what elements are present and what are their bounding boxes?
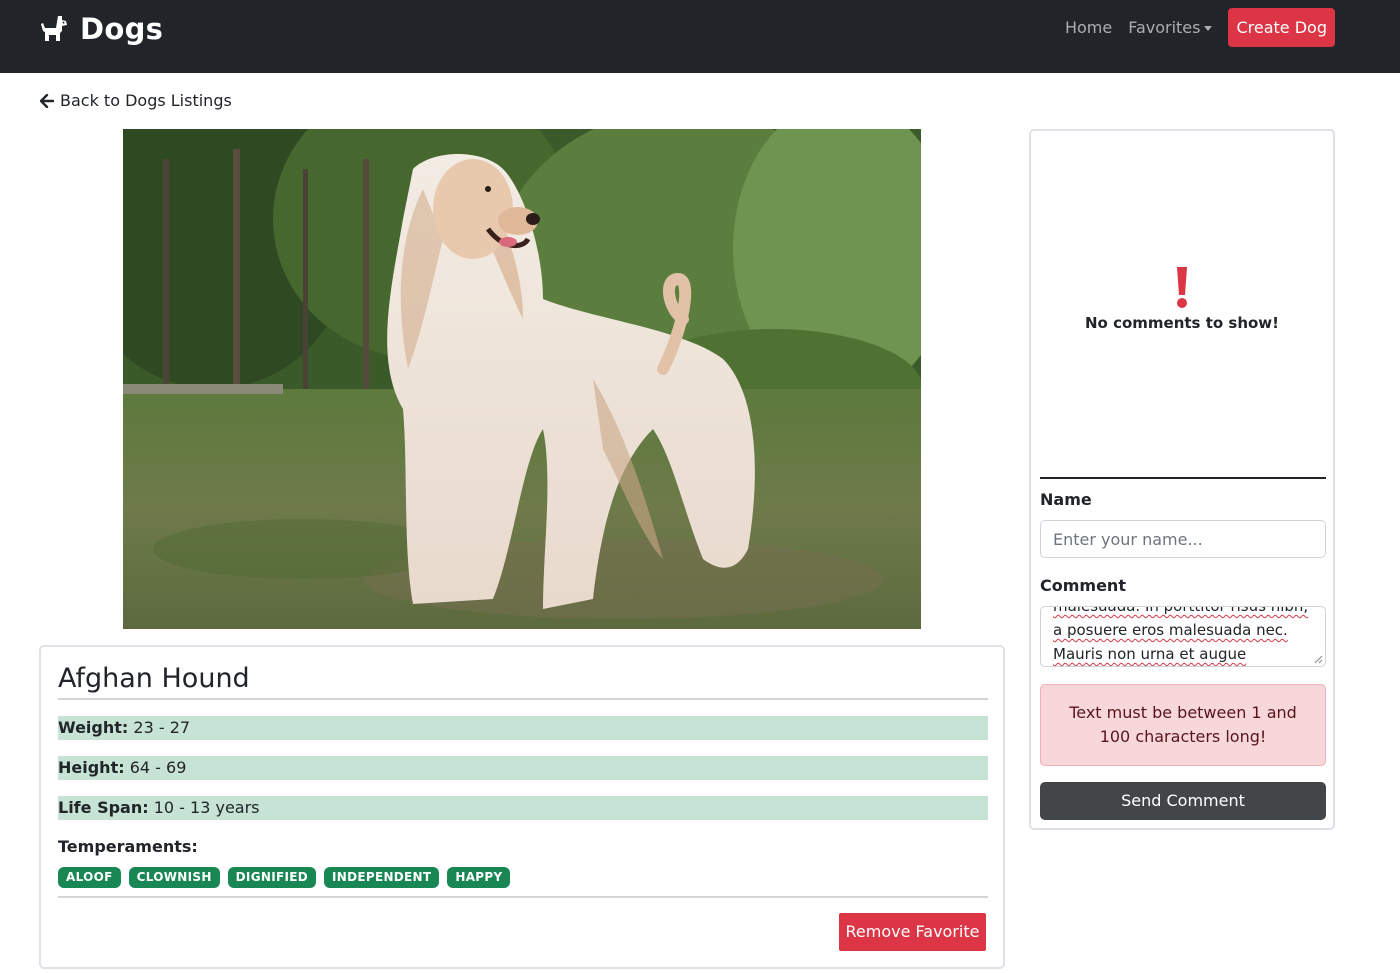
title-divider (58, 698, 988, 700)
validation-error-alert: Text must be between 1 and 100 character… (1040, 684, 1326, 766)
comments-divider (1040, 477, 1326, 479)
exclamation-icon (1177, 267, 1187, 308)
back-to-listings-link[interactable]: Back to Dogs Listings (40, 91, 232, 110)
comment-text: malesuada. In porttitor risus nibh, a po… (1053, 606, 1309, 663)
nav-favorites-label: Favorites (1128, 18, 1201, 37)
height-row: Height: 64 - 69 (58, 756, 988, 780)
comment-textarea[interactable]: malesuada. In porttitor risus nibh, a po… (1040, 606, 1326, 667)
temperament-badge: HAPPY (447, 867, 511, 888)
nav-favorites-dropdown[interactable]: Favorites (1128, 18, 1213, 37)
height-label: Height: (58, 758, 125, 777)
dog-name-heading: Afghan Hound (58, 663, 250, 694)
name-input[interactable] (1040, 520, 1326, 558)
dog-photo (123, 129, 921, 629)
height-value: 64 - 69 (129, 758, 187, 777)
comment-label: Comment (1040, 576, 1126, 595)
remove-favorite-button[interactable]: Remove Favorite (839, 913, 986, 951)
temperament-badge: DIGNIFIED (227, 867, 316, 888)
dog-icon (41, 16, 67, 41)
weight-value: 23 - 27 (133, 718, 191, 737)
resize-handle-icon[interactable] (1314, 655, 1323, 664)
brand-link[interactable]: Dogs (40, 12, 163, 46)
lifespan-value: 10 - 13 years (153, 798, 260, 817)
dog-details-card: Afghan Hound Weight: 23 - 27 Height: 64 … (39, 645, 1005, 969)
footer-divider (58, 896, 988, 898)
temperaments-label: Temperaments: (58, 837, 198, 856)
lifespan-row: Life Span: 10 - 13 years (58, 796, 988, 820)
comments-card: No comments to show! Name Comment malesu… (1029, 129, 1335, 830)
temperament-badge: CLOWNISH (128, 867, 220, 888)
no-comments-message: No comments to show! (1084, 314, 1280, 332)
caret-down-icon (1204, 26, 1213, 31)
brand-title: Dogs (80, 12, 164, 46)
navbar: Dogs Home Favorites Create Dog (0, 0, 1400, 73)
back-link-label: Back to Dogs Listings (60, 91, 232, 110)
lifespan-label: Life Span: (58, 798, 149, 817)
name-label: Name (1040, 490, 1092, 509)
send-comment-button[interactable]: Send Comment (1040, 782, 1326, 820)
arrow-left-icon (40, 93, 54, 108)
temperament-badge: INDEPENDENT (323, 867, 440, 888)
nav-home[interactable]: Home (1065, 18, 1112, 37)
weight-row: Weight: 23 - 27 (58, 716, 988, 740)
temperament-badge: ALOOF (58, 867, 121, 888)
temperament-badges: ALOOF CLOWNISH DIGNIFIED INDEPENDENT HAP… (58, 867, 518, 888)
create-dog-button[interactable]: Create Dog (1228, 8, 1335, 47)
weight-label: Weight: (58, 718, 129, 737)
